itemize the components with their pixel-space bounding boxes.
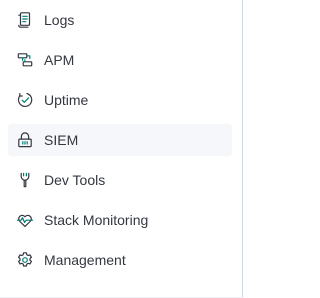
nav-item-logs[interactable]: Logs — [8, 4, 232, 36]
nav-item-management[interactable]: Management — [8, 244, 232, 276]
management-gear-icon — [16, 251, 34, 269]
nav-item-siem[interactable]: SIEM — [8, 124, 232, 156]
siem-lock-icon — [16, 131, 34, 149]
nav-item-uptime[interactable]: Uptime — [8, 84, 232, 116]
nav-item-label: APM — [44, 52, 75, 68]
nav-item-label: Logs — [44, 12, 75, 28]
nav-item-stack-monitoring[interactable]: Stack Monitoring — [8, 204, 232, 236]
nav-item-apm[interactable]: APM — [8, 44, 232, 76]
stack-monitoring-icon — [16, 211, 34, 229]
nav-panel-border — [242, 0, 243, 298]
uptime-icon — [16, 91, 34, 109]
nav-item-label: Management — [44, 252, 126, 268]
logs-icon — [16, 11, 34, 29]
nav-item-label: Stack Monitoring — [44, 212, 149, 228]
dev-tools-icon — [16, 171, 34, 189]
nav-item-label: SIEM — [44, 132, 79, 148]
nav-item-dev-tools[interactable]: Dev Tools — [8, 164, 232, 196]
nav-item-label: Dev Tools — [44, 172, 106, 188]
nav-item-label: Uptime — [44, 92, 89, 108]
apm-icon — [16, 51, 34, 69]
